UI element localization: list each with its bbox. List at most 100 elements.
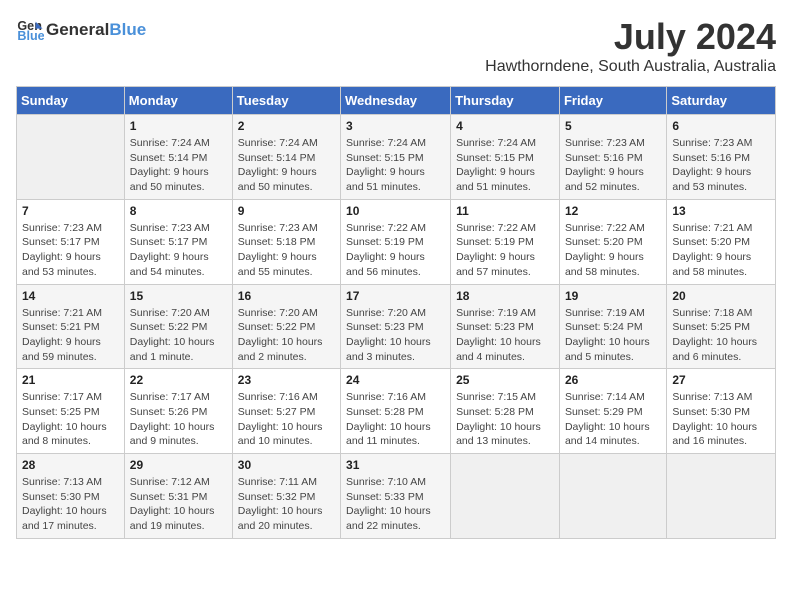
calendar-cell: 1 Sunrise: 7:24 AM Sunset: 5:14 PM Daylig…: [124, 115, 232, 200]
logo: Gen Blue GeneralBlue: [16, 16, 146, 44]
day-info: Sunrise: 7:17 AM Sunset: 5:25 PM Dayligh…: [22, 390, 119, 449]
day-number: 29: [130, 458, 227, 472]
day-info: Sunrise: 7:23 AM Sunset: 5:16 PM Dayligh…: [672, 136, 770, 195]
day-info: Sunrise: 7:20 AM Sunset: 5:22 PM Dayligh…: [130, 306, 227, 365]
day-info: Sunrise: 7:23 AM Sunset: 5:17 PM Dayligh…: [22, 221, 119, 280]
svg-text:Blue: Blue: [17, 29, 44, 43]
calendar-cell: 24Sunrise: 7:16 AM Sunset: 5:28 PM Dayli…: [341, 369, 451, 454]
calendar-cell: 6 Sunrise: 7:23 AM Sunset: 5:16 PM Daylig…: [667, 115, 776, 200]
day-number: 21: [22, 373, 119, 387]
day-number: 23: [238, 373, 335, 387]
calendar-cell: 27 Sunrise: 7:13 AM Sunset: 5:30 PM Dayli…: [667, 369, 776, 454]
day-number: 15: [130, 289, 227, 303]
day-number: 3: [346, 119, 445, 133]
calendar-cell: 13 Sunrise: 7:21 AM Sunset: 5:20 PM Dayli…: [667, 199, 776, 284]
day-number: 11: [456, 204, 554, 218]
day-info: Sunrise: 7:24 AM Sunset: 5:14 PM Dayligh…: [238, 136, 335, 195]
calendar-cell: 7 Sunrise: 7:23 AM Sunset: 5:17 PM Daylig…: [17, 199, 125, 284]
day-info: Sunrise: 7:15 AM Sunset: 5:28 PM Dayligh…: [456, 390, 554, 449]
day-number: 6: [672, 119, 770, 133]
sub-title: Hawthorndene, South Australia, Australia: [485, 58, 776, 76]
day-number: 12: [565, 204, 661, 218]
calendar-cell: 28 Sunrise: 7:13 AM Sunset: 5:30 PM Dayli…: [17, 454, 125, 539]
day-info: Sunrise: 7:18 AM Sunset: 5:25 PM Dayligh…: [672, 306, 770, 365]
day-number: 14: [22, 289, 119, 303]
day-number: 30: [238, 458, 335, 472]
calendar-cell: 15 Sunrise: 7:20 AM Sunset: 5:22 PM Dayli…: [124, 284, 232, 369]
calendar-week-row: 7 Sunrise: 7:23 AM Sunset: 5:17 PM Daylig…: [17, 199, 776, 284]
calendar-cell: 3Sunrise: 7:24 AM Sunset: 5:15 PM Daylig…: [341, 115, 451, 200]
column-header-friday: Friday: [559, 87, 666, 115]
column-header-thursday: Thursday: [451, 87, 560, 115]
day-info: Sunrise: 7:22 AM Sunset: 5:20 PM Dayligh…: [565, 221, 661, 280]
calendar-cell: 16 Sunrise: 7:20 AM Sunset: 5:22 PM Dayli…: [232, 284, 340, 369]
day-number: 31: [346, 458, 445, 472]
calendar-cell: 11 Sunrise: 7:22 AM Sunset: 5:19 PM Dayli…: [451, 199, 560, 284]
calendar-cell: 17 Sunrise: 7:20 AM Sunset: 5:23 PM Dayli…: [341, 284, 451, 369]
calendar-cell: 18 Sunrise: 7:19 AM Sunset: 5:23 PM Dayli…: [451, 284, 560, 369]
calendar-header-row: SundayMondayTuesdayWednesdayThursdayFrid…: [17, 87, 776, 115]
day-info: Sunrise: 7:13 AM Sunset: 5:30 PM Dayligh…: [22, 475, 119, 534]
day-number: 16: [238, 289, 335, 303]
day-info: Sunrise: 7:12 AM Sunset: 5:31 PM Dayligh…: [130, 475, 227, 534]
calendar-cell: 9 Sunrise: 7:23 AM Sunset: 5:18 PM Daylig…: [232, 199, 340, 284]
day-number: 24: [346, 373, 445, 387]
calendar-week-row: 21 Sunrise: 7:17 AM Sunset: 5:25 PM Dayli…: [17, 369, 776, 454]
column-header-wednesday: Wednesday: [341, 87, 451, 115]
calendar-week-row: 14 Sunrise: 7:21 AM Sunset: 5:21 PM Dayli…: [17, 284, 776, 369]
main-title: July 2024: [485, 16, 776, 58]
day-info: Sunrise: 7:21 AM Sunset: 5:21 PM Dayligh…: [22, 306, 119, 365]
day-number: 13: [672, 204, 770, 218]
day-info: Sunrise: 7:22 AM Sunset: 5:19 PM Dayligh…: [456, 221, 554, 280]
column-header-tuesday: Tuesday: [232, 87, 340, 115]
day-info: Sunrise: 7:21 AM Sunset: 5:20 PM Dayligh…: [672, 221, 770, 280]
calendar-cell: 8Sunrise: 7:23 AM Sunset: 5:17 PM Daylig…: [124, 199, 232, 284]
title-area: July 2024 Hawthorndene, South Australia,…: [485, 16, 776, 76]
calendar-cell: 30 Sunrise: 7:11 AM Sunset: 5:32 PM Dayli…: [232, 454, 340, 539]
day-number: 27: [672, 373, 770, 387]
calendar-cell: 26 Sunrise: 7:14 AM Sunset: 5:29 PM Dayli…: [559, 369, 666, 454]
day-info: Sunrise: 7:11 AM Sunset: 5:32 PM Dayligh…: [238, 475, 335, 534]
day-number: 19: [565, 289, 661, 303]
calendar-cell: 12 Sunrise: 7:22 AM Sunset: 5:20 PM Dayli…: [559, 199, 666, 284]
day-info: Sunrise: 7:19 AM Sunset: 5:24 PM Dayligh…: [565, 306, 661, 365]
day-number: 26: [565, 373, 661, 387]
page-header: Gen Blue GeneralBlue July 2024 Hawthornd…: [16, 16, 776, 76]
day-number: 25: [456, 373, 554, 387]
logo-blue-text: Blue: [109, 20, 146, 39]
day-number: 5: [565, 119, 661, 133]
day-info: Sunrise: 7:16 AM Sunset: 5:27 PM Dayligh…: [238, 390, 335, 449]
calendar-cell: 25 Sunrise: 7:15 AM Sunset: 5:28 PM Dayli…: [451, 369, 560, 454]
day-number: 7: [22, 204, 119, 218]
day-info: Sunrise: 7:13 AM Sunset: 5:30 PM Dayligh…: [672, 390, 770, 449]
day-info: Sunrise: 7:24 AM Sunset: 5:14 PM Dayligh…: [130, 136, 227, 195]
calendar-cell: 14 Sunrise: 7:21 AM Sunset: 5:21 PM Dayli…: [17, 284, 125, 369]
logo-icon: Gen Blue: [16, 16, 44, 44]
day-number: 17: [346, 289, 445, 303]
day-number: 4: [456, 119, 554, 133]
day-number: 9: [238, 204, 335, 218]
calendar-table: SundayMondayTuesdayWednesdayThursdayFrid…: [16, 86, 776, 539]
calendar-cell: 4Sunrise: 7:24 AM Sunset: 5:15 PM Daylig…: [451, 115, 560, 200]
column-header-monday: Monday: [124, 87, 232, 115]
day-number: 2: [238, 119, 335, 133]
day-info: Sunrise: 7:20 AM Sunset: 5:22 PM Dayligh…: [238, 306, 335, 365]
calendar-cell: [17, 115, 125, 200]
calendar-cell: 29 Sunrise: 7:12 AM Sunset: 5:31 PM Dayli…: [124, 454, 232, 539]
calendar-cell: 19 Sunrise: 7:19 AM Sunset: 5:24 PM Dayli…: [559, 284, 666, 369]
calendar-cell: 10Sunrise: 7:22 AM Sunset: 5:19 PM Dayli…: [341, 199, 451, 284]
day-info: Sunrise: 7:23 AM Sunset: 5:18 PM Dayligh…: [238, 221, 335, 280]
day-number: 18: [456, 289, 554, 303]
day-number: 28: [22, 458, 119, 472]
logo-general-text: General: [46, 20, 109, 39]
calendar-cell: [667, 454, 776, 539]
day-number: 1: [130, 119, 227, 133]
day-info: Sunrise: 7:20 AM Sunset: 5:23 PM Dayligh…: [346, 306, 445, 365]
day-info: Sunrise: 7:19 AM Sunset: 5:23 PM Dayligh…: [456, 306, 554, 365]
day-info: Sunrise: 7:17 AM Sunset: 5:26 PM Dayligh…: [130, 390, 227, 449]
calendar-cell: 22Sunrise: 7:17 AM Sunset: 5:26 PM Dayli…: [124, 369, 232, 454]
calendar-cell: 21 Sunrise: 7:17 AM Sunset: 5:25 PM Dayli…: [17, 369, 125, 454]
calendar-cell: 5Sunrise: 7:23 AM Sunset: 5:16 PM Daylig…: [559, 115, 666, 200]
day-info: Sunrise: 7:14 AM Sunset: 5:29 PM Dayligh…: [565, 390, 661, 449]
column-header-saturday: Saturday: [667, 87, 776, 115]
